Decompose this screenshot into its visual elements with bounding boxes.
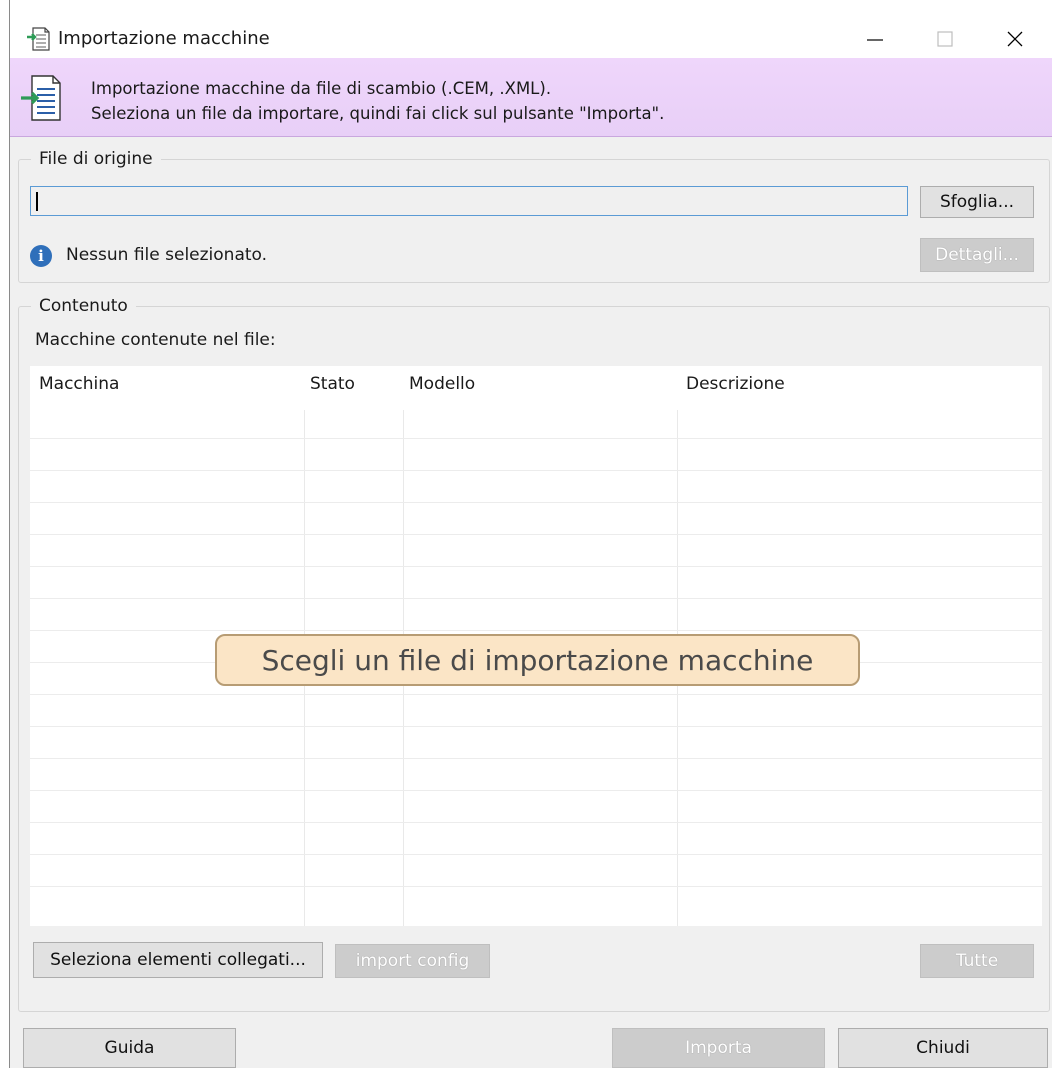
source-file-legend: File di origine <box>39 149 153 169</box>
banner-instructions: Seleziona un file da importare, quindi f… <box>91 104 665 123</box>
close-button[interactable]: Chiudi <box>838 1028 1048 1068</box>
help-button[interactable]: Guida <box>23 1028 236 1068</box>
list-label: Macchine contenute nel file: <box>35 330 276 350</box>
row-divider <box>30 630 1042 631</box>
row-divider <box>30 502 1042 503</box>
column-header-description[interactable]: Descrizione <box>686 374 785 394</box>
select-linked-button[interactable]: Seleziona elementi collegati... <box>33 942 323 978</box>
column-header-model[interactable]: Modello <box>409 374 475 394</box>
row-divider <box>30 886 1042 887</box>
column-header-status[interactable]: Stato <box>310 374 355 394</box>
browse-button[interactable]: Sfoglia... <box>920 186 1034 218</box>
info-icon: i <box>30 245 52 267</box>
import-button[interactable]: Importa <box>612 1028 825 1068</box>
select-all-button[interactable]: Tutte <box>920 944 1034 978</box>
row-divider <box>30 566 1042 567</box>
row-divider <box>30 438 1042 439</box>
file-status-text: Nessun file selezionato. <box>66 245 268 265</box>
row-divider <box>30 758 1042 759</box>
content-legend: Contenuto <box>39 296 128 316</box>
window-title: Importazione macchine <box>58 28 270 49</box>
import-document-icon <box>26 26 52 52</box>
maximize-icon <box>937 31 953 47</box>
minimize-icon <box>867 39 883 41</box>
details-button[interactable]: Dettagli... <box>920 238 1034 272</box>
row-divider <box>30 470 1042 471</box>
header-banner: Importazione macchine da file di scambio… <box>10 58 1052 137</box>
row-divider <box>30 726 1042 727</box>
empty-list-hint: Scegli un file di importazione macchine <box>215 634 860 686</box>
column-header-machine[interactable]: Macchina <box>39 374 119 394</box>
file-path-input[interactable] <box>30 186 908 216</box>
banner-title: Importazione macchine da file di scambio… <box>91 79 552 98</box>
import-machines-dialog: Importazione macchine Importazione macch… <box>9 0 1052 1068</box>
row-divider <box>30 854 1042 855</box>
row-divider <box>30 694 1042 695</box>
close-icon <box>1007 31 1023 47</box>
row-divider <box>30 598 1042 599</box>
import-document-icon <box>20 74 62 122</box>
row-divider <box>30 534 1042 535</box>
row-divider <box>30 790 1042 791</box>
row-divider <box>30 822 1042 823</box>
text-caret <box>36 192 38 211</box>
import-config-button[interactable]: import config <box>335 944 490 978</box>
